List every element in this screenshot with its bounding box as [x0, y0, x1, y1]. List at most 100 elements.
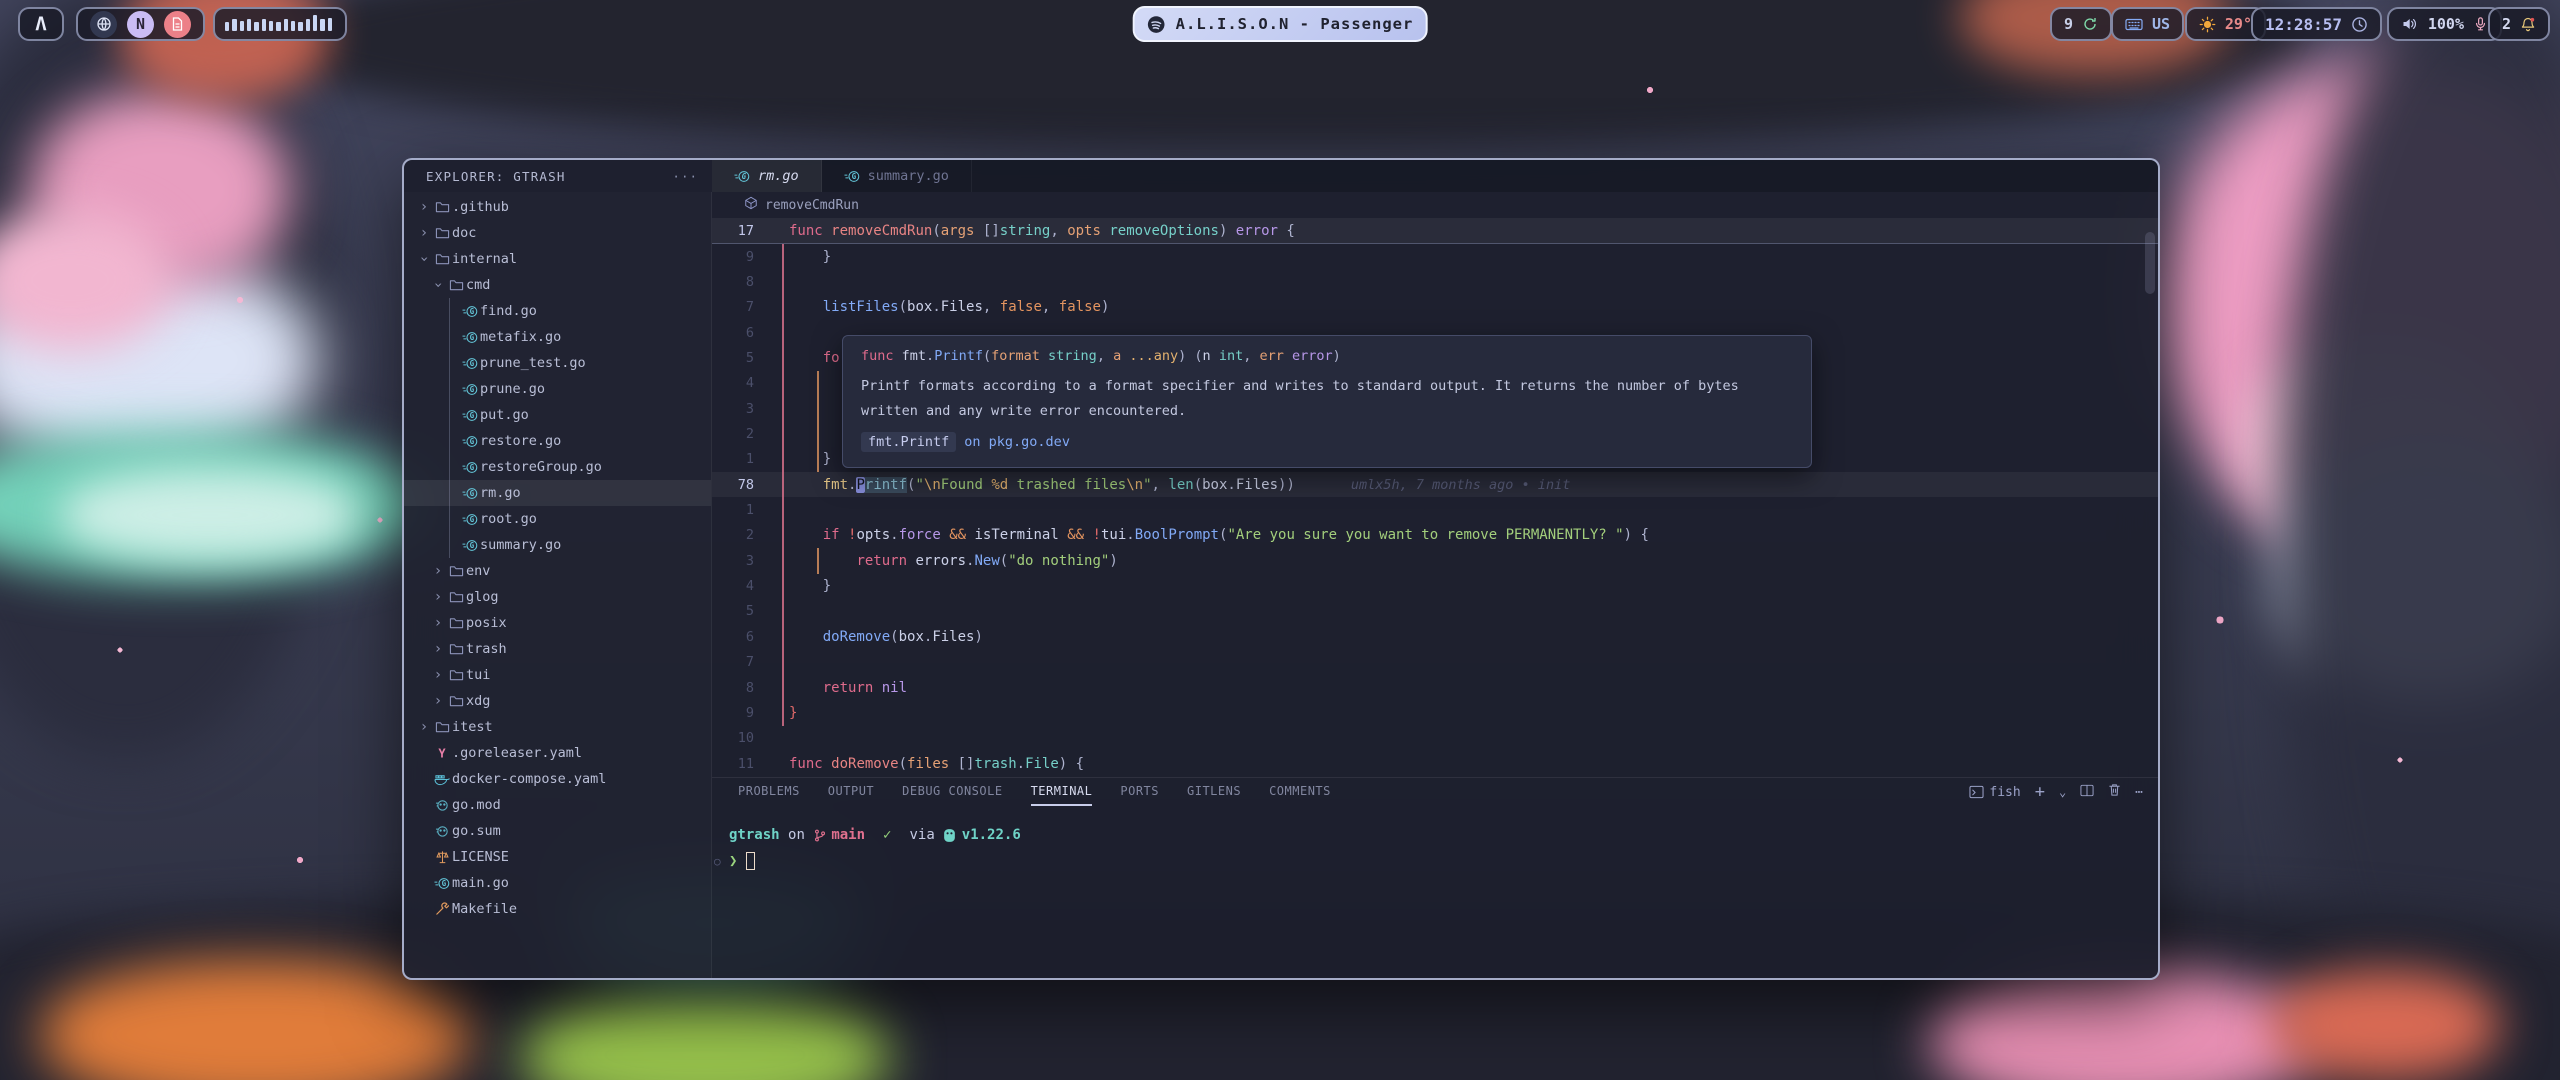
explorer-item-summary.go[interactable]: Gsummary.go: [404, 532, 711, 558]
explorer-item-.goreleaser.yaml[interactable]: Y.goreleaser.yaml: [404, 740, 711, 766]
line-number[interactable]: 78: [712, 477, 768, 493]
explorer-item-tui[interactable]: ›tui: [404, 662, 711, 688]
sticky-scroll-line[interactable]: 17func removeCmdRun(args []string, opts …: [712, 218, 2158, 244]
explorer-item-go.sum[interactable]: go.sum: [404, 818, 711, 844]
shell-selector[interactable]: fish: [1969, 785, 2020, 800]
keyboard-layout-widget[interactable]: US: [2111, 7, 2184, 41]
audio-widget[interactable]: 100%: [2387, 7, 2502, 41]
explorer-item-docker-compose.yaml[interactable]: docker-compose.yaml: [404, 766, 711, 792]
editor-scrollbar[interactable]: [2145, 232, 2155, 294]
line-number[interactable]: 2: [712, 426, 768, 442]
line-number[interactable]: 1: [712, 451, 768, 467]
code-line[interactable]: 7: [712, 650, 2158, 675]
line-number[interactable]: 6: [712, 629, 768, 645]
explorer-item-trash[interactable]: ›trash: [404, 636, 711, 662]
explorer-item-restore.go[interactable]: Grestore.go: [404, 428, 711, 454]
line-number[interactable]: 9: [712, 249, 768, 265]
code-line[interactable]: 1: [712, 497, 2158, 522]
line-number[interactable]: 8: [712, 680, 768, 696]
explorer-item-env[interactable]: ›env: [404, 558, 711, 584]
code-line[interactable]: 8 return nil: [712, 675, 2158, 700]
code-line[interactable]: 8: [712, 269, 2158, 294]
explorer-item-go.mod[interactable]: go.mod: [404, 792, 711, 818]
explorer-item-xdg[interactable]: ›xdg: [404, 688, 711, 714]
explorer-item-root.go[interactable]: Groot.go: [404, 506, 711, 532]
tree-chevron-icon[interactable]: ›: [416, 251, 432, 267]
tree-chevron-icon[interactable]: ›: [430, 589, 446, 605]
line-number[interactable]: 5: [712, 603, 768, 619]
line-number[interactable]: 3: [712, 553, 768, 569]
pkg-go-dev-link[interactable]: on pkg.go.dev: [964, 434, 1070, 450]
code-line[interactable]: 11func doRemove(files []trash.File) {: [712, 751, 2158, 776]
tree-chevron-icon[interactable]: ›: [430, 693, 446, 709]
code-line[interactable]: 2 if !opts.force && isTerminal && !tui.B…: [712, 523, 2158, 548]
explorer-item-prune.go[interactable]: Gprune.go: [404, 376, 711, 402]
explorer-item-.github[interactable]: ›.github: [404, 194, 711, 220]
panel-tab-ports[interactable]: PORTS: [1120, 778, 1159, 806]
tree-chevron-icon[interactable]: ›: [416, 225, 432, 241]
code-line[interactable]: 4 }: [712, 573, 2158, 598]
updates-widget[interactable]: 9: [2050, 7, 2112, 41]
code-line[interactable]: 3 return errors.New("do nothing"): [712, 548, 2158, 573]
code-line[interactable]: 9}: [712, 700, 2158, 725]
tree-chevron-icon[interactable]: ›: [430, 563, 446, 579]
panel-tab-debug-console[interactable]: DEBUG CONSOLE: [902, 778, 1002, 806]
code-line-current[interactable]: 78 fmt.Printf("\nFound %d trashed files\…: [712, 472, 2158, 497]
code-line[interactable]: 10: [712, 726, 2158, 751]
panel-more-actions-button[interactable]: ⋯: [2135, 785, 2144, 800]
browser-app-icon[interactable]: [90, 11, 117, 38]
explorer-item-glog[interactable]: ›glog: [404, 584, 711, 610]
explorer-item-itest[interactable]: ›itest: [404, 714, 711, 740]
line-number[interactable]: 10: [712, 730, 768, 746]
documents-app-icon[interactable]: [164, 11, 191, 38]
explorer-item-cmd[interactable]: ›cmd: [404, 272, 711, 298]
clock-widget[interactable]: 12:28:57: [2251, 7, 2382, 41]
tree-chevron-icon[interactable]: ›: [430, 615, 446, 631]
explorer-item-put.go[interactable]: Gput.go: [404, 402, 711, 428]
terminal[interactable]: gtrash on main ✓ via v1.22.6 ○ ❯: [712, 806, 2158, 874]
explorer-item-prune_test.go[interactable]: Gprune_test.go: [404, 350, 711, 376]
terminal-dropdown-chevron-icon[interactable]: ⌄: [2059, 785, 2066, 799]
line-number[interactable]: 7: [712, 299, 768, 315]
notifications-widget[interactable]: 2: [2488, 7, 2550, 41]
explorer-item-find.go[interactable]: Gfind.go: [404, 298, 711, 324]
line-number[interactable]: 8: [712, 274, 768, 290]
line-number[interactable]: 4: [712, 375, 768, 391]
code-line[interactable]: 7 listFiles(box.Files, false, false): [712, 295, 2158, 320]
terminal-input-line[interactable]: ○ ❯: [729, 848, 2158, 874]
tree-chevron-icon[interactable]: ›: [430, 277, 446, 293]
breadcrumb[interactable]: removeCmdRun: [712, 192, 2158, 218]
line-number[interactable]: 9: [712, 705, 768, 721]
line-number[interactable]: 2: [712, 527, 768, 543]
explorer-item-posix[interactable]: ›posix: [404, 610, 711, 636]
editor-tab-summary.go[interactable]: Gsummary.go: [822, 160, 972, 192]
code-line[interactable]: 6 doRemove(box.Files): [712, 624, 2158, 649]
panel-tab-problems[interactable]: PROBLEMS: [738, 778, 800, 806]
split-terminal-button[interactable]: [2080, 784, 2094, 801]
panel-tab-output[interactable]: OUTPUT: [828, 778, 874, 806]
explorer-item-main.go[interactable]: Gmain.go: [404, 870, 711, 896]
explorer-item-LICENSE[interactable]: LICENSE: [404, 844, 711, 870]
explorer-item-internal[interactable]: ›internal: [404, 246, 711, 272]
tree-chevron-icon[interactable]: ›: [416, 719, 432, 735]
explorer-item-restoreGroup.go[interactable]: GrestoreGroup.go: [404, 454, 711, 480]
code-line[interactable]: 5: [712, 599, 2158, 624]
explorer-more-actions-button[interactable]: ···: [672, 169, 698, 184]
explorer-item-Makefile[interactable]: Makefile: [404, 896, 711, 922]
code-lines[interactable]: 9 } 8 7 listFiles(box.Files, false, false)…: [712, 244, 2158, 776]
notes-app-icon[interactable]: N: [127, 11, 154, 38]
tree-chevron-icon[interactable]: ›: [430, 667, 446, 683]
code-line[interactable]: 9 }: [712, 244, 2158, 269]
line-number[interactable]: 5: [712, 350, 768, 366]
panel-tab-comments[interactable]: COMMENTS: [1269, 778, 1331, 806]
line-number[interactable]: 6: [712, 325, 768, 341]
launcher-button[interactable]: Λ: [18, 7, 64, 41]
line-number[interactable]: 7: [712, 654, 768, 670]
media-player-widget[interactable]: A.L.I.S.O.N - Passenger: [1133, 6, 1428, 42]
panel-tab-gitlens[interactable]: GITLENS: [1187, 778, 1241, 806]
explorer-item-metafix.go[interactable]: Gmetafix.go: [404, 324, 711, 350]
kill-terminal-button[interactable]: [2108, 783, 2121, 801]
editor-tab-rm.go[interactable]: Grm.go: [712, 160, 822, 192]
line-number[interactable]: 3: [712, 401, 768, 417]
panel-tab-terminal[interactable]: TERMINAL: [1031, 778, 1093, 806]
